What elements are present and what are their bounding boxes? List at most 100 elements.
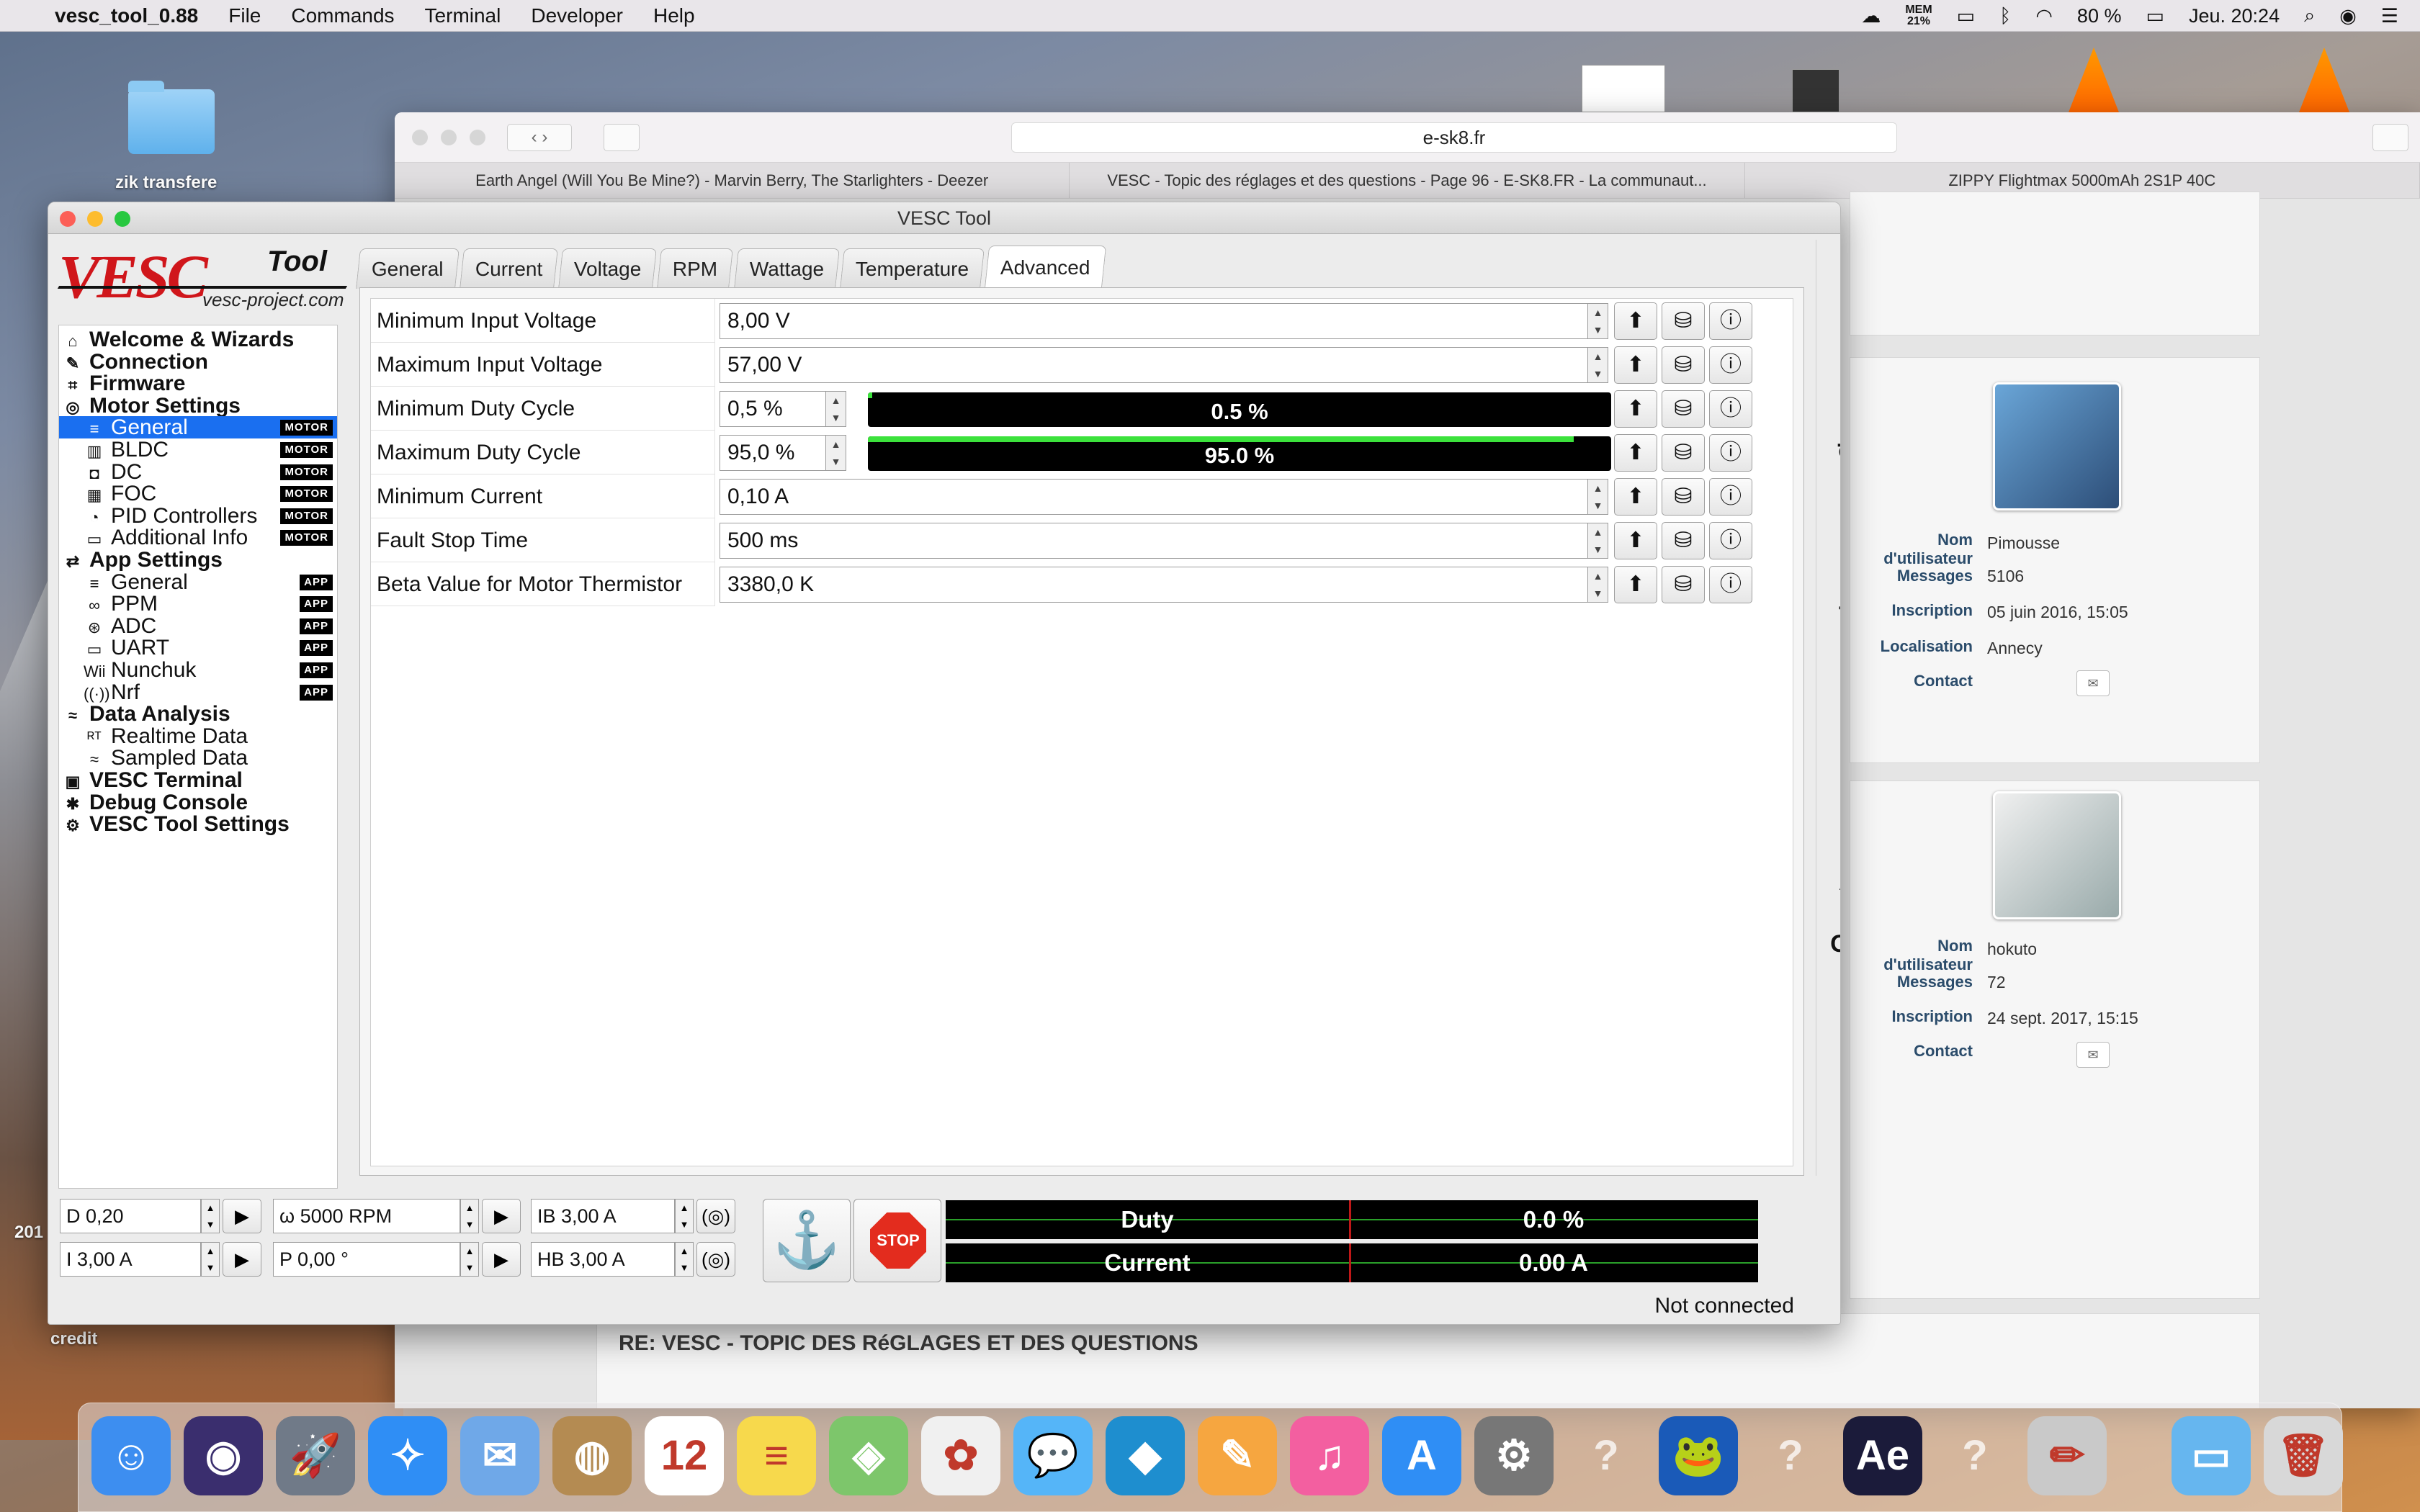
write-parameter-button[interactable]: ⬆ [1614, 434, 1657, 472]
share-icon[interactable] [2372, 124, 2408, 151]
parameter-value-input[interactable]: 0,5 % [720, 391, 826, 427]
battery-indicator[interactable]: 80 % [2077, 5, 2122, 27]
after-effects-icon[interactable]: Ae [1843, 1416, 1922, 1495]
position-play-button[interactable]: ▶ [482, 1242, 521, 1277]
app-store-icon[interactable]: A [1382, 1416, 1461, 1495]
nav-item-general[interactable]: ≡ General APP [59, 571, 337, 593]
write-parameter-button[interactable]: ⬆ [1614, 478, 1657, 516]
can-forward-icon[interactable]: CAN [1828, 921, 1840, 967]
desktop-file-thumbnail[interactable] [1582, 65, 1665, 112]
maps-icon[interactable]: ◈ [829, 1416, 908, 1495]
current-input[interactable]: I 3,00 A [60, 1242, 201, 1277]
handbrake-button[interactable]: (◎) [696, 1242, 735, 1277]
safari-close-button[interactable] [412, 130, 428, 145]
tab-wattage[interactable]: Wattage [733, 248, 840, 289]
nav-item-firmware[interactable]: ⌗ Firmware [59, 372, 337, 395]
parameter-value-input[interactable]: 500 ms [720, 523, 1588, 559]
address-bar[interactable]: e-sk8.fr [1011, 122, 1897, 153]
nav-item-pid-controllers[interactable]: ◔ PID Controllers MOTOR [59, 505, 337, 527]
notes-icon[interactable]: ≡ [737, 1416, 816, 1495]
help-button[interactable]: ⓘ [1709, 566, 1752, 603]
pages-icon[interactable]: ✎ [1198, 1416, 1277, 1495]
read-motor-config-icon[interactable]: ↥M [1828, 377, 1840, 423]
unknown-app-icon[interactable]: ? [1567, 1416, 1646, 1495]
write-parameter-button[interactable]: ⬆ [1614, 566, 1657, 603]
finder-icon[interactable]: ☺ [91, 1416, 171, 1495]
default-value-button[interactable]: ⛁ [1662, 478, 1705, 516]
vlc-file-icon[interactable] [2299, 48, 2349, 112]
menu-file[interactable]: File [228, 4, 261, 27]
spotlight-search-icon[interactable]: ⌕ [2304, 4, 2315, 27]
nav-item-sampled-data[interactable]: ≈ Sampled Data [59, 747, 337, 769]
current-play-button[interactable]: ▶ [223, 1242, 261, 1277]
messages-icon[interactable]: 💬 [1013, 1416, 1093, 1495]
disconnect-icon[interactable]: 🔌 [1828, 319, 1840, 365]
trash-icon[interactable]: 🗑 [2264, 1416, 2343, 1495]
safari-zoom-button[interactable] [470, 130, 485, 145]
keep-alive-icon[interactable]: ♡ [1828, 872, 1840, 918]
menu-commands[interactable]: Commands [291, 4, 394, 27]
default-value-button[interactable]: ⛁ [1662, 522, 1705, 559]
nav-item-dc[interactable]: ◘ DC MOTOR [59, 461, 337, 483]
current-spinner[interactable]: ▲ ▼ [201, 1242, 220, 1277]
position-input[interactable]: P 0,00 ° [273, 1242, 460, 1277]
realtime-app-data-icon[interactable]: RT APP [1828, 816, 1840, 894]
desktop-folder-label[interactable]: zik transfere [115, 173, 217, 193]
desktop-file-thumbnail[interactable] [1792, 69, 1839, 112]
memory-indicator[interactable]: MEM 21% [1905, 4, 1932, 27]
rpm-play-button[interactable]: ▶ [482, 1199, 521, 1233]
help-button[interactable]: ⓘ [1709, 390, 1752, 428]
menu-terminal[interactable]: Terminal [425, 4, 501, 27]
parameter-spinner[interactable]: ▲ ▼ [826, 391, 846, 427]
handbrake-spinner[interactable]: ▲ ▼ [675, 1242, 694, 1277]
tab-temperature[interactable]: Temperature [839, 248, 985, 289]
tab-rpm[interactable]: RPM [657, 248, 734, 289]
launchpad-icon[interactable]: 🚀 [276, 1416, 355, 1495]
help-button[interactable]: ⓘ [1709, 478, 1752, 516]
stop-button[interactable]: STOP [853, 1199, 941, 1282]
minimize-button[interactable] [87, 211, 103, 227]
duty-play-button[interactable]: ▶ [223, 1199, 261, 1233]
xcode-app-icon[interactable]: ✏ [2027, 1416, 2107, 1495]
read-app-config-icon[interactable]: ↥A [1828, 539, 1840, 585]
nav-item-realtime-data[interactable]: ᴿᵀ Realtime Data [59, 725, 337, 747]
parameter-value-input[interactable]: 8,00 V [720, 303, 1588, 339]
back-forward-icon[interactable]: ‹ › [507, 124, 572, 151]
kodi-icon[interactable]: ◆ [1106, 1416, 1185, 1495]
nav-item-vesc-terminal[interactable]: ▣ VESC Terminal [59, 769, 337, 791]
help-button[interactable]: ⓘ [1709, 302, 1752, 340]
nav-item-adc[interactable]: ⊛ ADC APP [59, 615, 337, 637]
default-value-button[interactable]: ⛁ [1662, 302, 1705, 340]
nav-item-general[interactable]: ≡ General MOTOR [59, 416, 337, 439]
user-avatar[interactable] [1993, 791, 2121, 919]
airplay-icon[interactable]: ▭ [1957, 5, 1976, 27]
parameter-spinner[interactable]: ▲ ▼ [1588, 567, 1608, 603]
clock[interactable]: Jeu. 20:24 [2189, 5, 2280, 27]
rpm-input[interactable]: ω 5000 RPM [273, 1199, 460, 1233]
creative-cloud-icon[interactable]: ☁ [1861, 5, 1881, 27]
menu-help[interactable]: Help [653, 4, 695, 27]
photos-icon[interactable]: ✿ [921, 1416, 1000, 1495]
write-parameter-button[interactable]: ⬆ [1614, 390, 1657, 428]
brake-current-input[interactable]: IB 3,00 A [531, 1199, 675, 1233]
calendar-icon[interactable]: 12 [645, 1416, 724, 1495]
notification-center-icon[interactable]: ☰ [2381, 5, 2398, 27]
write-parameter-button[interactable]: ⬆ [1614, 302, 1657, 340]
folder-icon[interactable]: ▭ [2172, 1416, 2251, 1495]
bluetooth-icon[interactable]: ᛒ [1999, 5, 2011, 27]
safari-tab[interactable]: Earth Angel (Will You Be Mine?) - Marvin… [395, 163, 1070, 198]
tab-current[interactable]: Current [459, 248, 558, 289]
parameter-spinner[interactable]: ▲ ▼ [1588, 303, 1608, 339]
user-avatar[interactable] [1993, 382, 2121, 510]
battery-icon[interactable]: ▭ [2146, 5, 2164, 27]
nav-item-vesc-tool-settings[interactable]: ⚙ VESC Tool Settings [59, 813, 337, 835]
nav-item-bldc[interactable]: ▥ BLDC MOTOR [59, 438, 337, 461]
unknown-app-icon[interactable]: ? [1935, 1416, 2015, 1495]
duty-spinner[interactable]: ▲ ▼ [201, 1199, 220, 1233]
help-button[interactable]: ⓘ [1709, 434, 1752, 472]
desktop-folder-icon[interactable] [128, 81, 215, 154]
unknown-app-icon[interactable]: ? [1751, 1416, 1830, 1495]
nav-item-additional-info[interactable]: ▭ Additional Info MOTOR [59, 526, 337, 549]
close-button[interactable] [60, 211, 76, 227]
nav-item-debug-console[interactable]: ✱ Debug Console [59, 791, 337, 814]
